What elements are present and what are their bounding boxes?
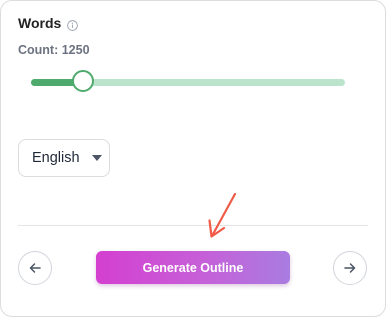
word-count-label: Count: 1250 [18,43,90,57]
slider-thumb[interactable] [71,70,94,92]
language-select[interactable]: English [18,139,110,177]
arrow-right-icon [344,263,356,273]
arrow-left-icon [29,263,41,273]
outline-settings-card: Words Count: 1250 English Generate Outli… [0,0,386,317]
words-title: Words [18,15,62,31]
next-button[interactable] [333,251,367,285]
words-header: Words [18,15,79,31]
word-count-slider[interactable] [31,69,345,95]
generate-outline-button[interactable]: Generate Outline [96,251,290,284]
previous-button[interactable] [18,251,52,285]
language-selected-value: English [32,150,80,166]
info-circle-icon[interactable] [67,18,79,31]
divider [18,225,368,226]
red-arrow-pointer-icon [208,192,237,238]
caret-down-icon [91,155,102,161]
generate-outline-label: Generate Outline [142,260,244,275]
